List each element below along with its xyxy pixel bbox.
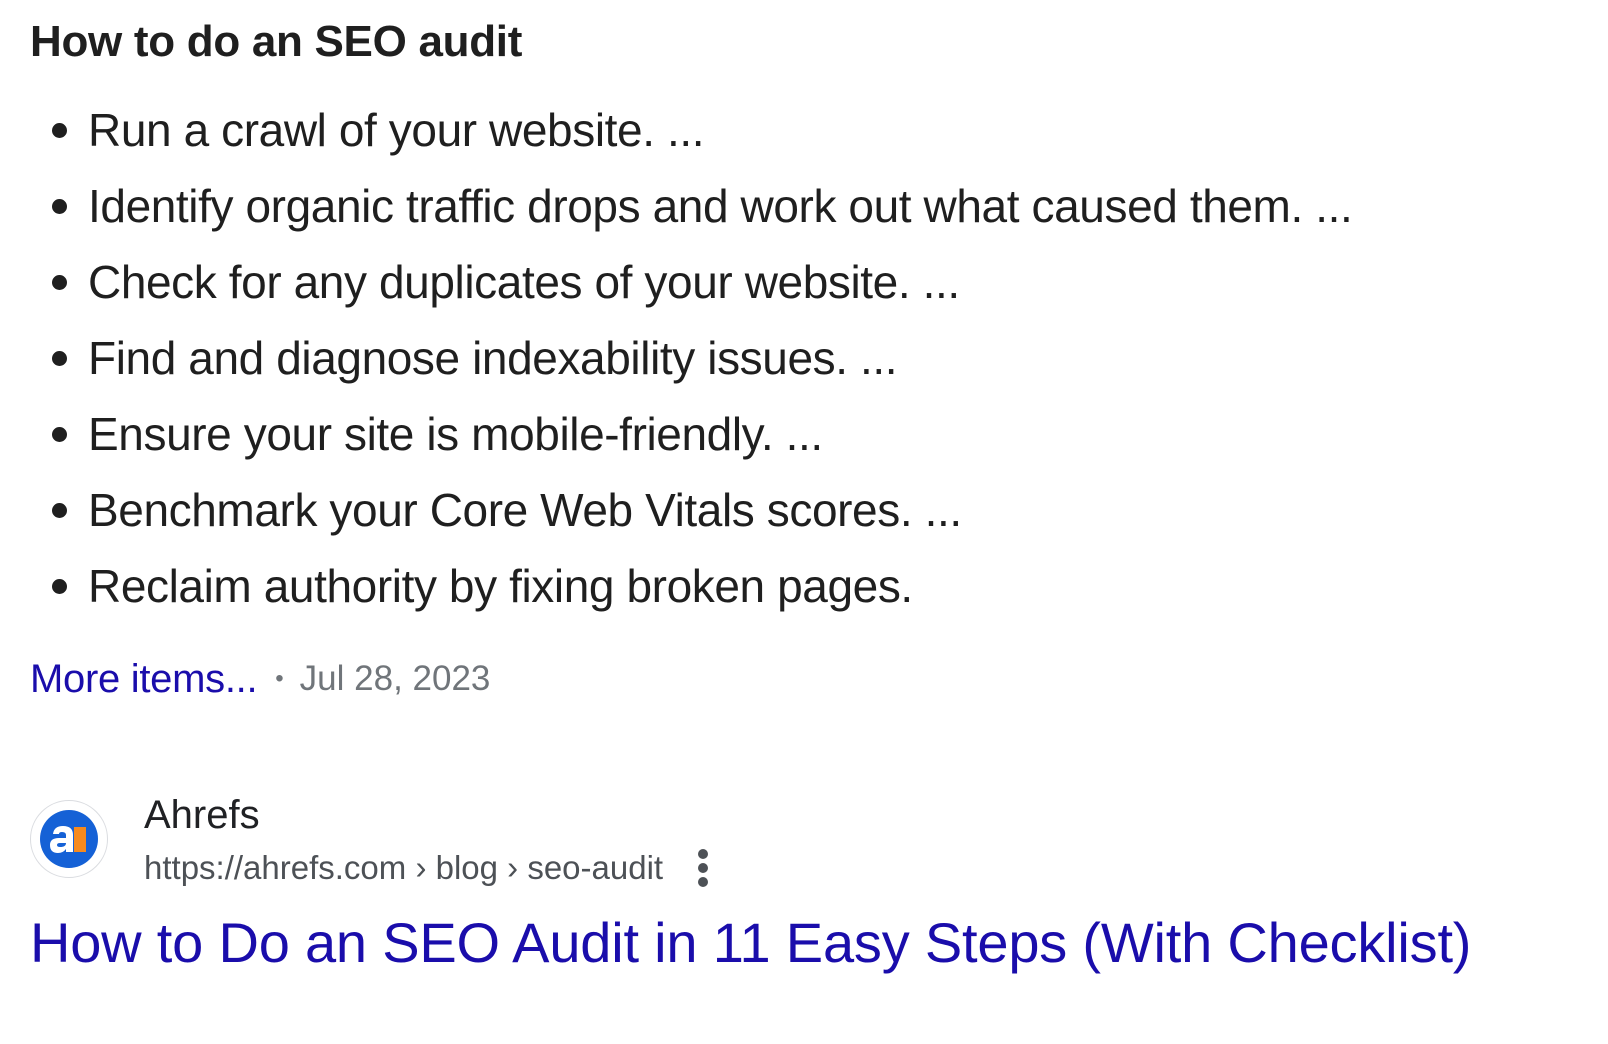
step-text: Identify organic traffic drops and work … bbox=[88, 180, 1353, 232]
list-item: Find and diagnose indexability issues. .… bbox=[30, 320, 1590, 396]
bullet-icon bbox=[52, 579, 67, 594]
list-item: Run a crawl of your website. ... bbox=[30, 92, 1590, 168]
step-text: Benchmark your Core Web Vitals scores. .… bbox=[88, 484, 962, 536]
meta-separator: • bbox=[275, 665, 284, 692]
step-text: Check for any duplicates of your website… bbox=[88, 256, 960, 308]
three-dots-vertical-icon[interactable] bbox=[691, 846, 715, 890]
steps-list: Run a crawl of your website. ... Identif… bbox=[30, 92, 1590, 624]
result-url[interactable]: https://ahrefs.com › blog › seo-audit bbox=[144, 849, 663, 887]
ahrefs-logo-icon[interactable] bbox=[30, 800, 108, 878]
bullet-icon bbox=[52, 199, 67, 214]
step-text: Ensure your site is mobile-friendly. ... bbox=[88, 408, 823, 460]
result-title-link[interactable]: How to Do an SEO Audit in 11 Easy Steps … bbox=[30, 910, 1600, 976]
site-name[interactable]: Ahrefs bbox=[144, 790, 715, 840]
bullet-icon bbox=[52, 351, 67, 366]
featured-snippet: How to do an SEO audit Run a crawl of yo… bbox=[30, 14, 1590, 704]
list-item: Check for any duplicates of your website… bbox=[30, 244, 1590, 320]
site-info: Ahrefs https://ahrefs.com › blog › seo-a… bbox=[144, 790, 715, 890]
bullet-icon bbox=[52, 503, 67, 518]
search-result: Ahrefs https://ahrefs.com › blog › seo-a… bbox=[30, 790, 1600, 976]
published-date: Jul 28, 2023 bbox=[299, 659, 491, 698]
step-text: Run a crawl of your website. ... bbox=[88, 104, 705, 156]
bullet-icon bbox=[52, 275, 67, 290]
snippet-heading: How to do an SEO audit bbox=[30, 17, 523, 66]
list-item: Ensure your site is mobile-friendly. ... bbox=[30, 396, 1590, 472]
dots-graphic bbox=[698, 849, 709, 887]
ahrefs-logo-graphic bbox=[40, 810, 98, 868]
step-text: Find and diagnose indexability issues. .… bbox=[88, 332, 898, 384]
breadcrumb: https://ahrefs.com › blog › seo-audit bbox=[144, 846, 715, 890]
snippet-meta: More items... • Jul 28, 2023 bbox=[30, 654, 1590, 704]
more-items-link[interactable]: More items... bbox=[30, 657, 258, 702]
list-item: Benchmark your Core Web Vitals scores. .… bbox=[30, 472, 1590, 548]
list-item: Identify organic traffic drops and work … bbox=[30, 168, 1590, 244]
bullet-icon bbox=[52, 427, 67, 442]
step-text: Reclaim authority by fixing broken pages… bbox=[88, 560, 913, 612]
bullet-icon bbox=[52, 123, 67, 138]
result-source: Ahrefs https://ahrefs.com › blog › seo-a… bbox=[30, 790, 1600, 890]
list-item: Reclaim authority by fixing broken pages… bbox=[30, 548, 1590, 624]
